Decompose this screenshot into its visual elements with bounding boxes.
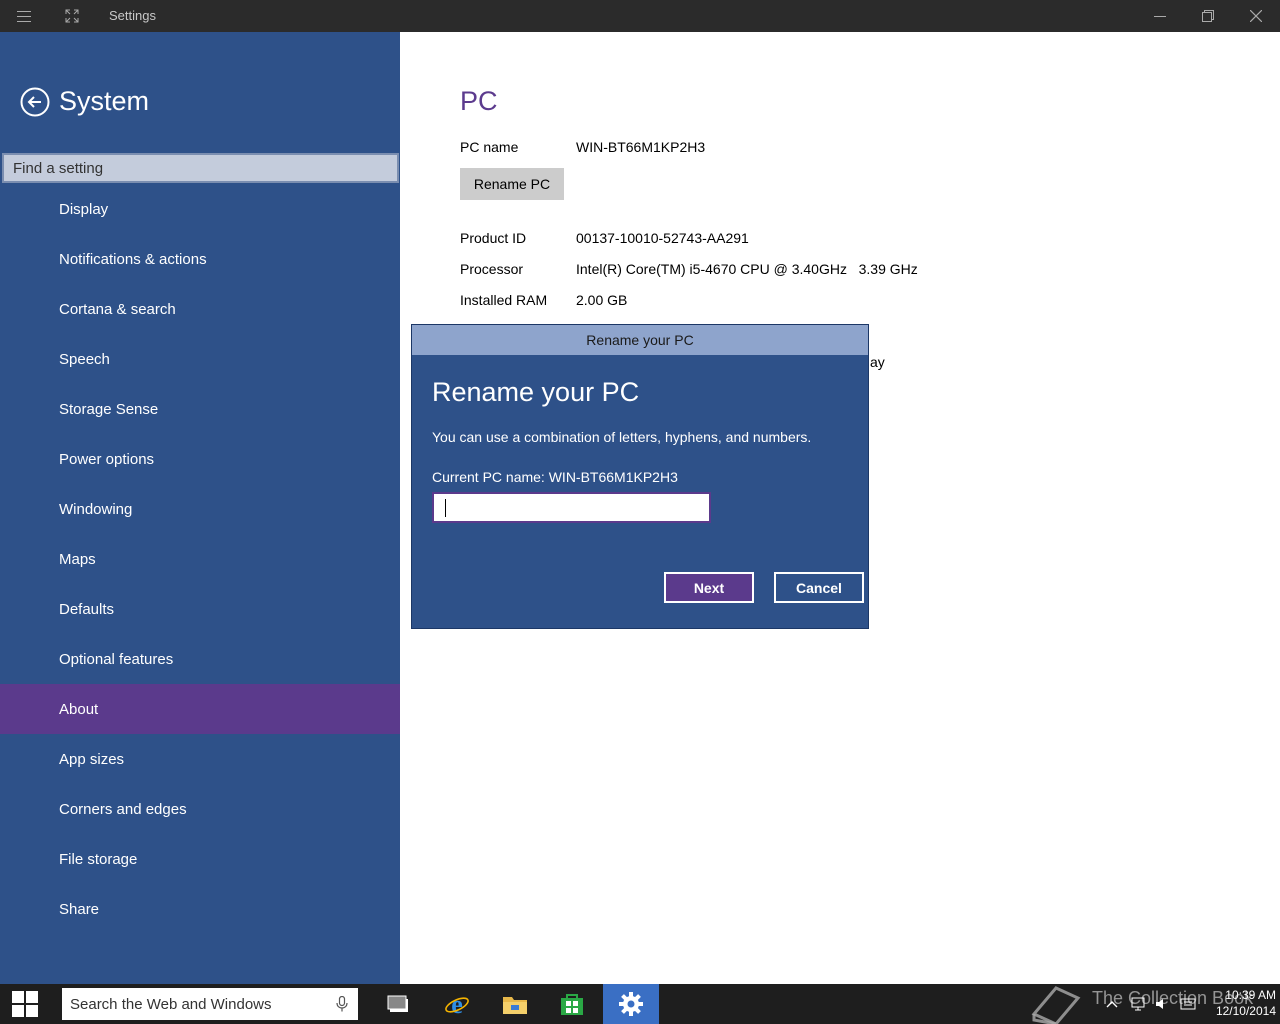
taskbar-search-input[interactable] xyxy=(62,988,358,1020)
internet-explorer-icon[interactable]: e xyxy=(429,984,485,1024)
sidebar-item-defaults[interactable]: Defaults xyxy=(0,584,400,634)
dialog-heading: Rename your PC xyxy=(432,377,640,407)
sidebar-item-storage-sense[interactable]: Storage Sense xyxy=(0,384,400,434)
sidebar-nav: Display Notifications & actions Cortana … xyxy=(0,184,400,934)
svg-text:e: e xyxy=(451,991,463,1017)
file-explorer-icon[interactable] xyxy=(487,984,543,1024)
windows-logo-icon xyxy=(12,991,38,1017)
sidebar-item-label: Cortana & search xyxy=(59,300,176,318)
sidebar-item-label: Notifications & actions xyxy=(59,250,207,268)
taskbar: e The Collection Book 10:39 AM 12/10/201… xyxy=(0,984,1280,1024)
cancel-button[interactable]: Cancel xyxy=(774,572,864,603)
pc-name-label: PC name xyxy=(460,139,519,155)
taskbar-search[interactable] xyxy=(62,988,358,1020)
sidebar-item-label: Power options xyxy=(59,450,155,468)
system-clock[interactable]: 10:39 AM 12/10/2014 xyxy=(1202,987,1276,1019)
sidebar-item-label: App sizes xyxy=(59,750,125,768)
sidebar-item-label: Speech xyxy=(59,350,110,368)
sidebar-title: System xyxy=(59,86,150,116)
sidebar-item-label: File storage xyxy=(59,850,138,868)
close-icon[interactable] xyxy=(1232,0,1280,32)
sidebar-item-maps[interactable]: Maps xyxy=(0,534,400,584)
dialog-description: You can use a combination of letters, hy… xyxy=(432,429,812,445)
rename-pc-button[interactable]: Rename PC xyxy=(460,168,564,200)
sidebar-item-app-sizes[interactable]: App sizes xyxy=(0,734,400,784)
sidebar-item-windowing[interactable]: Windowing xyxy=(0,484,400,534)
sidebar-item-label: Share xyxy=(59,900,100,918)
restore-icon[interactable] xyxy=(1184,0,1232,32)
occluded-text-fragment: ay xyxy=(870,354,885,370)
settings-icon[interactable] xyxy=(603,984,659,1024)
sidebar-item-label: About xyxy=(59,700,99,718)
sidebar-item-label: Corners and edges xyxy=(59,800,187,818)
clock-time: 10:39 AM xyxy=(1225,988,1276,1002)
sidebar-item-label: Windowing xyxy=(59,500,133,518)
find-setting-input[interactable] xyxy=(4,155,397,181)
sidebar-item-corners-edges[interactable]: Corners and edges xyxy=(0,784,400,834)
window-title: Settings xyxy=(109,8,156,23)
task-view-icon[interactable] xyxy=(371,984,427,1024)
action-center-icon[interactable] xyxy=(1180,996,1196,1012)
ram-label: Installed RAM xyxy=(460,292,548,308)
microphone-icon[interactable] xyxy=(336,996,348,1012)
dialog-titlebar: Rename your PC xyxy=(412,325,868,355)
sidebar-item-label: Maps xyxy=(59,550,96,568)
sidebar-item-cortana[interactable]: Cortana & search xyxy=(0,284,400,334)
product-id-label: Product ID xyxy=(460,230,527,246)
sidebar-item-share[interactable]: Share xyxy=(0,884,400,934)
new-pc-name-input[interactable] xyxy=(434,494,709,521)
sidebar-item-label: Optional features xyxy=(59,650,174,668)
minimize-icon[interactable] xyxy=(1136,0,1184,32)
product-id-value: 00137-10010-52743-AA291 xyxy=(576,230,749,246)
clock-date: 12/10/2014 xyxy=(1215,1004,1276,1018)
text-caret xyxy=(445,499,446,517)
window-titlebar: Settings xyxy=(0,0,1280,32)
rename-pc-dialog: Rename your PC Rename your PC You can us… xyxy=(411,324,869,629)
sidebar-item-speech[interactable]: Speech xyxy=(0,334,400,384)
sidebar-item-label: Storage Sense xyxy=(59,400,159,418)
store-icon[interactable] xyxy=(544,984,600,1024)
sidebar-item-power-options[interactable]: Power options xyxy=(0,434,400,484)
hamburger-icon[interactable] xyxy=(0,0,48,32)
sidebar-item-label: Display xyxy=(59,200,109,218)
volume-icon[interactable] xyxy=(1154,996,1170,1012)
sidebar: System Display Notifications & actions C… xyxy=(0,32,400,984)
sidebar-item-about[interactable]: About xyxy=(0,684,400,734)
network-icon[interactable] xyxy=(1130,996,1146,1012)
sidebar-item-display[interactable]: Display xyxy=(0,184,400,234)
page-title: PC xyxy=(460,86,498,116)
new-pc-name-field[interactable] xyxy=(432,492,711,523)
ram-value: 2.00 GB xyxy=(576,292,628,308)
show-hidden-icons-icon[interactable] xyxy=(1104,996,1120,1012)
processor-value: Intel(R) Core(TM) i5-4670 CPU @ 3.40GHz … xyxy=(576,261,918,277)
sidebar-item-notifications[interactable]: Notifications & actions xyxy=(0,234,400,284)
back-arrow-icon[interactable] xyxy=(20,87,50,117)
sidebar-item-file-storage[interactable]: File storage xyxy=(0,834,400,884)
pc-name-value: WIN-BT66M1KP2H3 xyxy=(576,139,706,155)
sidebar-item-optional-features[interactable]: Optional features xyxy=(0,634,400,684)
start-button[interactable] xyxy=(0,984,50,1024)
current-pc-name: Current PC name: WIN-BT66M1KP2H3 xyxy=(432,469,678,485)
fullscreen-icon[interactable] xyxy=(48,0,96,32)
next-button[interactable]: Next xyxy=(664,572,754,603)
processor-label: Processor xyxy=(460,261,524,277)
find-setting-search[interactable] xyxy=(2,153,399,183)
sidebar-item-label: Defaults xyxy=(59,600,115,618)
